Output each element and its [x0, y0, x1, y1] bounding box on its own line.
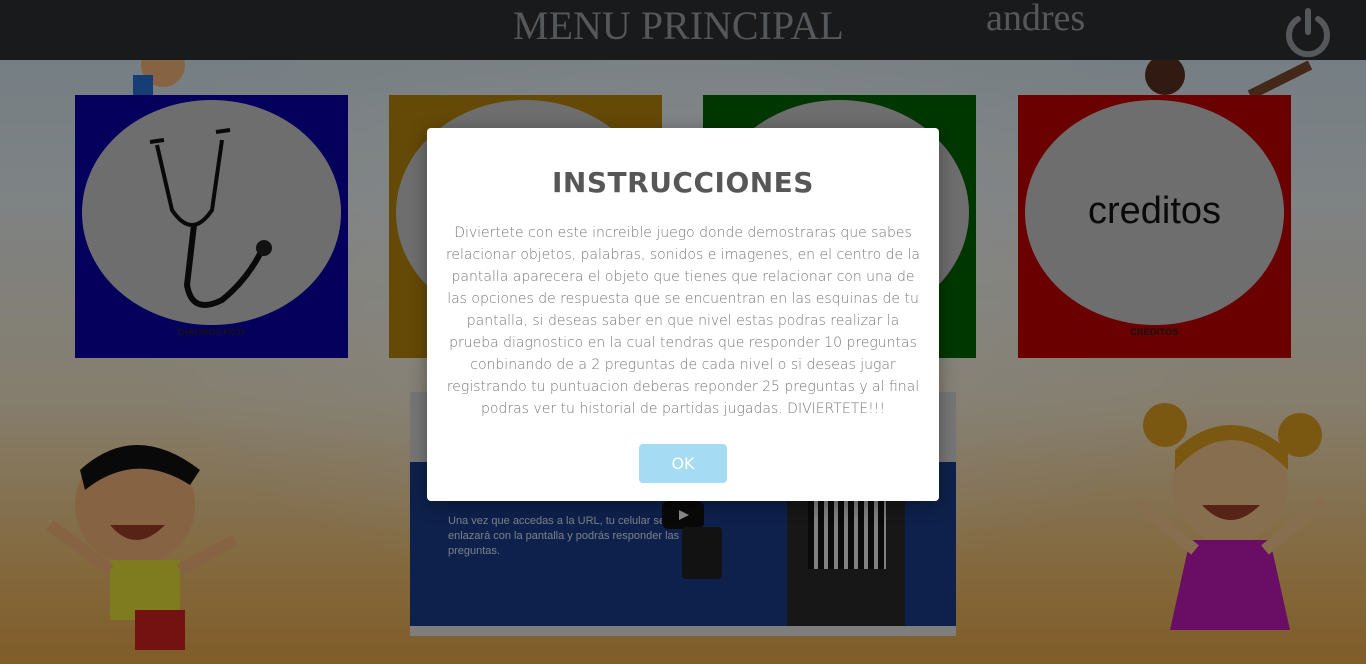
- instructions-dialog: INSTRUCCIONES Diviertete con este increi…: [427, 128, 939, 501]
- ok-button[interactable]: OK: [639, 444, 727, 483]
- dialog-title: INSTRUCCIONES: [552, 166, 814, 199]
- dialog-body: Diviertete con este increible juego dond…: [445, 225, 921, 417]
